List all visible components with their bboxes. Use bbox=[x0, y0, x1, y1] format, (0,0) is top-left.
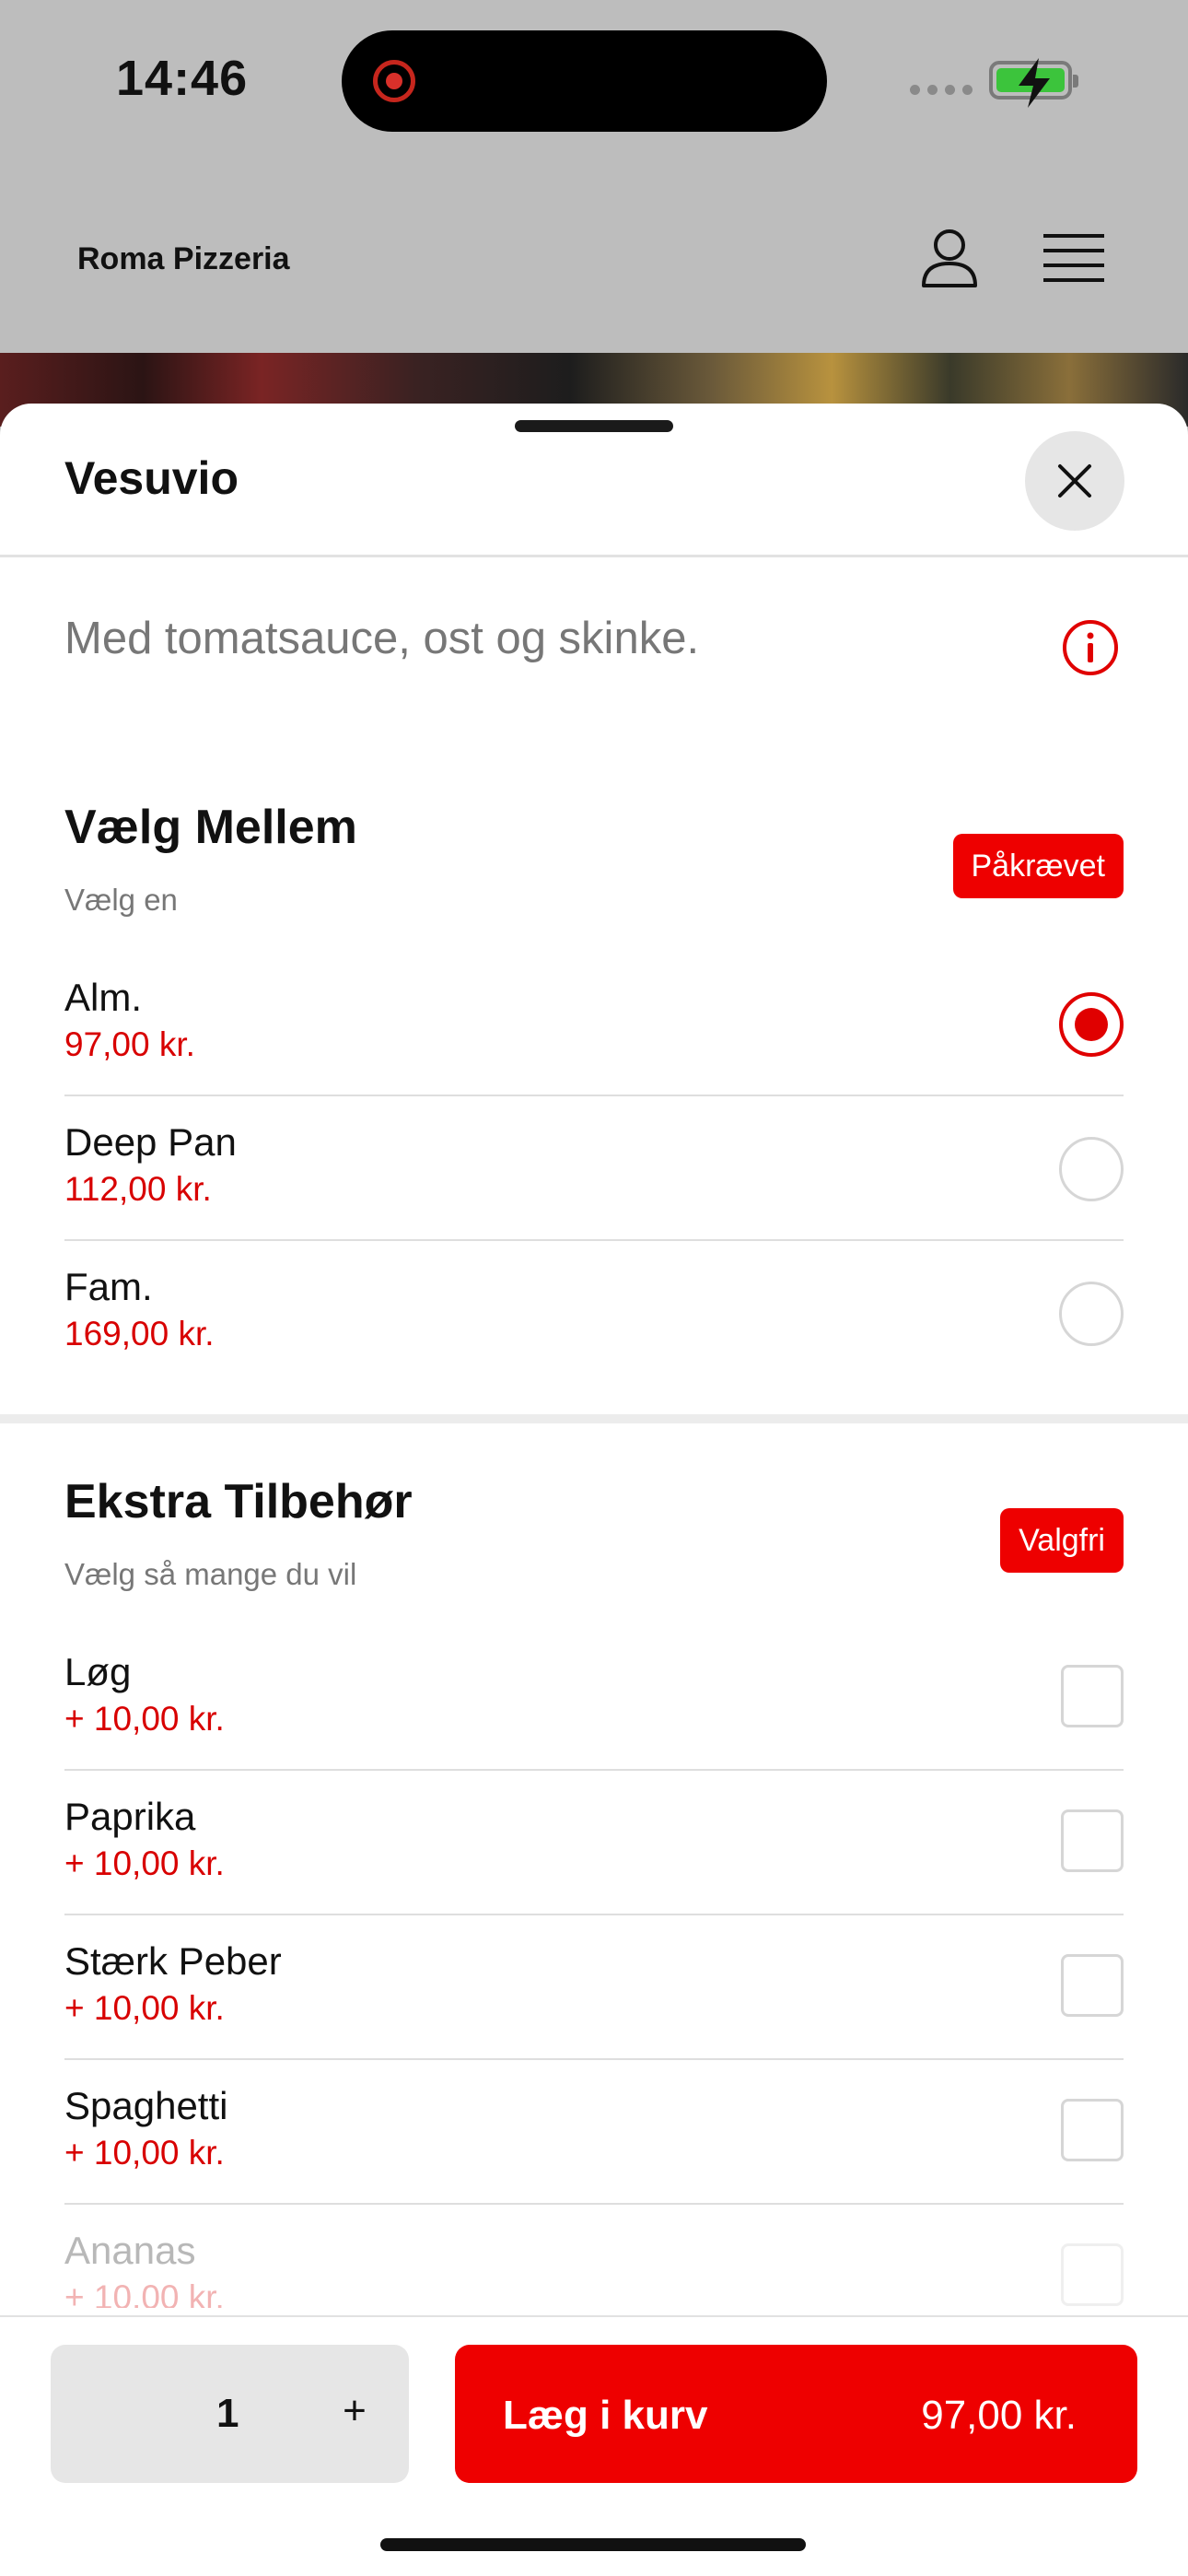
option-price: + 10,00 kr. bbox=[64, 1989, 225, 2027]
option-price: + 10,00 kr. bbox=[64, 1700, 225, 1738]
product-title: Vesuvio bbox=[64, 452, 239, 504]
optional-badge: Valgfri bbox=[1000, 1508, 1124, 1573]
increment-button[interactable]: + bbox=[327, 2383, 382, 2439]
checkbox[interactable] bbox=[1061, 1809, 1124, 1872]
section-separator bbox=[0, 1414, 1188, 1423]
menu-icon[interactable] bbox=[1043, 230, 1104, 286]
home-indicator[interactable] bbox=[380, 2538, 806, 2551]
group-subtitle-extras: Vælg så mange du vil bbox=[64, 1557, 357, 1591]
status-time: 14:46 bbox=[116, 51, 249, 106]
battery-charging-icon bbox=[989, 58, 1078, 108]
info-icon[interactable] bbox=[1061, 618, 1120, 677]
option-label: Alm. bbox=[64, 976, 142, 1019]
option-extra-paprika[interactable]: Paprika + 10,00 kr. bbox=[64, 1771, 1124, 1915]
brand-name[interactable]: Roma Pizzeria bbox=[77, 241, 290, 277]
option-label: Deep Pan bbox=[64, 1120, 237, 1164]
option-price: + 10,00 kr. bbox=[64, 2134, 225, 2172]
option-price: 112,00 kr. bbox=[64, 1170, 212, 1208]
option-size-fam[interactable]: Fam. 169,00 kr. bbox=[64, 1241, 1124, 1386]
checkbox[interactable] bbox=[1061, 2099, 1124, 2161]
recording-indicator-icon bbox=[373, 60, 415, 102]
option-size-alm[interactable]: Alm. 97,00 kr. bbox=[64, 952, 1124, 1096]
option-price: 97,00 kr. bbox=[64, 1025, 195, 1063]
product-sheet: Vesuvio Med tomatsauce, ost og skinke. V… bbox=[0, 404, 1188, 2576]
cellular-signal-icon bbox=[910, 85, 973, 95]
bottom-action-bar: 1 + Læg i kurv 97,00 kr. bbox=[0, 2315, 1188, 2576]
app-header: Roma Pizzeria bbox=[0, 166, 1188, 350]
radio-button[interactable] bbox=[1059, 1137, 1124, 1201]
radio-button[interactable] bbox=[1059, 1282, 1124, 1346]
option-extra-staerk-peber[interactable]: Stærk Peber + 10,00 kr. bbox=[64, 1915, 1124, 2060]
add-to-cart-button[interactable]: Læg i kurv 97,00 kr. bbox=[455, 2345, 1137, 2483]
close-icon bbox=[1058, 464, 1091, 498]
divider bbox=[0, 2315, 1188, 2317]
required-badge: Påkrævet bbox=[952, 834, 1124, 898]
option-extra-ananas[interactable]: Ananas + 10,00 kr. bbox=[64, 2205, 1124, 2308]
option-extra-log[interactable]: Løg + 10,00 kr. bbox=[64, 1626, 1124, 1771]
quantity-stepper[interactable]: 1 + bbox=[51, 2345, 409, 2483]
option-label: Paprika bbox=[64, 1795, 196, 1838]
checkbox[interactable] bbox=[1061, 1954, 1124, 2017]
option-label: Stærk Peber bbox=[64, 1939, 282, 1983]
screen: 14:46 Roma Pizzeria Vesuvio Med tomatsau… bbox=[0, 0, 1188, 2576]
option-extra-spaghetti[interactable]: Spaghetti + 10,00 kr. bbox=[64, 2060, 1124, 2205]
quantity-value: 1 bbox=[216, 2391, 239, 2436]
add-to-cart-label: Læg i kurv bbox=[503, 2393, 708, 2438]
option-label: Fam. bbox=[64, 1265, 153, 1308]
sheet-grabber[interactable] bbox=[515, 420, 673, 432]
option-price: 169,00 kr. bbox=[64, 1315, 215, 1352]
checkbox[interactable] bbox=[1061, 1665, 1124, 1727]
status-bar: 14:46 bbox=[0, 0, 1188, 166]
option-size-deep-pan[interactable]: Deep Pan 112,00 kr. bbox=[64, 1096, 1124, 1241]
group-title-size: Vælg Mellem bbox=[64, 801, 357, 854]
options-scroll-area[interactable]: Med tomatsauce, ost og skinke. Vælg Mell… bbox=[0, 557, 1188, 2308]
option-label: Løg bbox=[64, 1650, 132, 1693]
user-icon[interactable] bbox=[916, 225, 983, 291]
close-button[interactable] bbox=[1025, 431, 1124, 531]
group-subtitle-size: Vælg en bbox=[64, 883, 178, 917]
radio-button-selected[interactable] bbox=[1059, 992, 1124, 1057]
option-label: Ananas bbox=[64, 2229, 196, 2272]
option-price: + 10,00 kr. bbox=[64, 2278, 225, 2308]
product-description: Med tomatsauce, ost og skinke. bbox=[64, 614, 700, 663]
checkbox[interactable] bbox=[1061, 2243, 1124, 2306]
option-price: + 10,00 kr. bbox=[64, 1844, 225, 1882]
dynamic-island bbox=[342, 30, 827, 132]
group-title-extras: Ekstra Tilbehør bbox=[64, 1475, 413, 1528]
add-to-cart-price: 97,00 kr. bbox=[921, 2393, 1077, 2438]
option-label: Spaghetti bbox=[64, 2084, 228, 2127]
